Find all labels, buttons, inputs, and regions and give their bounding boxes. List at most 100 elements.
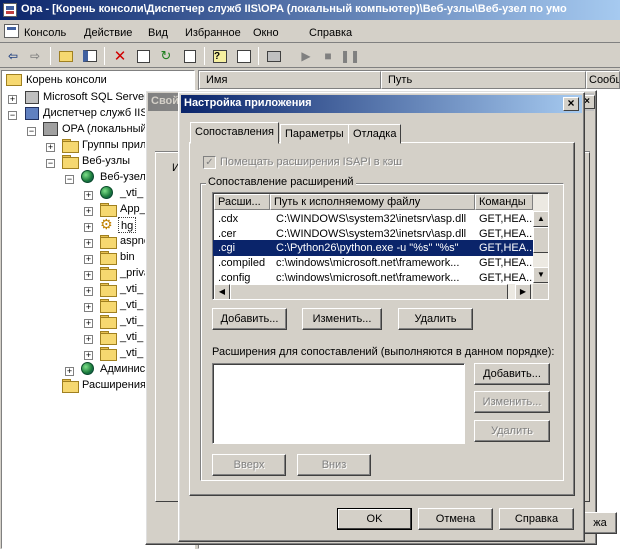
- expand-toggle[interactable]: +: [84, 223, 93, 232]
- tree-item-hg[interactable]: hg: [118, 217, 137, 233]
- mapping-delete-button[interactable]: Удалить: [398, 308, 473, 330]
- scroll-left-arrow-icon[interactable]: ◀: [214, 284, 230, 299]
- tree-item-console-root[interactable]: Корень консоли: [26, 72, 107, 88]
- pause-icon[interactable]: ❚❚: [340, 47, 360, 65]
- move-down-button[interactable]: Вниз: [297, 454, 371, 476]
- menu-help[interactable]: Справка: [309, 27, 352, 39]
- expand-toggle[interactable]: +: [84, 271, 93, 280]
- tree-item-default-site[interactable]: Веб-узел: [100, 169, 146, 185]
- tree-item-vti-3[interactable]: _vti_: [120, 297, 143, 313]
- mapping-col-ext[interactable]: Расши...: [214, 194, 270, 210]
- wildcard-list[interactable]: [212, 363, 465, 444]
- cancel-button[interactable]: Отмена: [418, 508, 493, 530]
- expand-toggle[interactable]: +: [8, 95, 17, 104]
- tree-item-opa-local[interactable]: OPA (локальный: [62, 121, 147, 137]
- expand-toggle[interactable]: +: [84, 255, 93, 264]
- tree-item-vti-5[interactable]: _vti_: [120, 329, 143, 345]
- mapping-row[interactable]: .compiled c:\windows\microsoft.net\frame…: [213, 255, 548, 271]
- mmc-help-icon[interactable]: [234, 47, 254, 65]
- tree-item-web-sites[interactable]: Веб-узлы: [82, 153, 130, 169]
- menu-action[interactable]: Действие: [84, 27, 132, 39]
- extension-mapping-group-label: Сопоставление расширений: [206, 176, 356, 188]
- tree-item-app-pools[interactable]: Группы прил: [82, 137, 146, 153]
- expand-toggle[interactable]: +: [84, 319, 93, 328]
- ok-button[interactable]: OK: [337, 508, 412, 530]
- expand-toggle[interactable]: −: [27, 127, 36, 136]
- expand-toggle[interactable]: −: [65, 175, 74, 184]
- properties-icon[interactable]: [133, 47, 153, 65]
- app-icon: [3, 3, 17, 17]
- move-up-button[interactable]: Вверх: [212, 454, 286, 476]
- expand-toggle[interactable]: +: [84, 303, 93, 312]
- scroll-up-arrow-icon[interactable]: ▲: [533, 211, 548, 227]
- site-properties-help-action-button[interactable]: жа: [583, 512, 617, 534]
- gear-icon: ⚙: [100, 216, 113, 232]
- tree-item-app-folder[interactable]: App_: [120, 201, 146, 217]
- main-title-bar[interactable]: Opa - [Корень консоли\Диспетчер служб II…: [0, 0, 620, 20]
- menu-window[interactable]: Окно: [253, 27, 279, 39]
- mapping-add-button[interactable]: Добавить...: [212, 308, 287, 330]
- help-icon[interactable]: ?: [210, 47, 230, 65]
- tree-item-sql-server[interactable]: Microsoft SQL Server: [43, 89, 148, 105]
- expand-toggle[interactable]: +: [84, 335, 93, 344]
- scroll-down-arrow-icon[interactable]: ▼: [533, 267, 548, 283]
- scroll-corner: [533, 284, 548, 299]
- mapping-hscroll-thumb[interactable]: [230, 284, 508, 299]
- column-header-path[interactable]: Путь: [381, 71, 586, 89]
- app-config-close-button[interactable]: ×: [563, 97, 579, 111]
- globe-icon: [100, 186, 113, 199]
- app-config-title-bar[interactable]: Настройка приложения: [181, 95, 582, 113]
- mapping-row[interactable]: .cdx C:\WINDOWS\system32\inetsrv\asp.dll…: [213, 211, 548, 227]
- expand-toggle[interactable]: +: [84, 287, 93, 296]
- expand-toggle[interactable]: +: [46, 143, 55, 152]
- menu-view[interactable]: Вид: [148, 27, 168, 39]
- mapping-row-selected[interactable]: .cgi C:\Python26\python.exe -u "%s" "%s"…: [213, 240, 535, 256]
- expand-toggle[interactable]: +: [65, 367, 74, 376]
- mapping-col-verbs[interactable]: Команды: [475, 194, 533, 210]
- tree-item-vti-2[interactable]: _vti_: [120, 281, 143, 297]
- tree-item-bin[interactable]: bin: [120, 249, 135, 265]
- folder-icon: [100, 235, 117, 249]
- tree-item-vti-6[interactable]: _vti_: [120, 345, 143, 361]
- column-header-status[interactable]: Сообщ: [586, 71, 620, 89]
- menu-console[interactable]: Консоль: [24, 27, 66, 39]
- tab-options[interactable]: Параметры: [280, 124, 349, 144]
- scroll-right-arrow-icon[interactable]: ▶: [515, 284, 531, 299]
- wildcard-edit-button[interactable]: Изменить...: [474, 391, 550, 413]
- tab-mappings[interactable]: Сопоставления: [190, 122, 279, 144]
- tab-debugging[interactable]: Отладка: [348, 124, 402, 144]
- tree-item-iis-manager[interactable]: Диспетчер служб IIS: [43, 105, 148, 121]
- expand-toggle[interactable]: +: [84, 191, 93, 200]
- up-folder-icon[interactable]: [56, 47, 76, 65]
- expand-toggle[interactable]: +: [84, 207, 93, 216]
- expand-toggle[interactable]: −: [46, 159, 55, 168]
- tree-item-admin-site[interactable]: Админис: [100, 361, 145, 377]
- mapping-edit-button[interactable]: Изменить...: [302, 308, 382, 330]
- expand-toggle[interactable]: +: [84, 351, 93, 360]
- tree-item-vti-4[interactable]: _vti_: [120, 313, 143, 329]
- forward-arrow-icon[interactable]: ⇨: [25, 47, 45, 65]
- refresh-icon[interactable]: ↻: [156, 47, 176, 65]
- mmc-console-icon: [4, 24, 19, 38]
- stop-icon[interactable]: ■: [318, 47, 338, 65]
- column-header-name[interactable]: Имя: [199, 71, 381, 89]
- tree-item-extensions[interactable]: Расширения: [82, 377, 146, 393]
- menu-favorites[interactable]: Избранное: [185, 27, 241, 39]
- mapping-vscroll-thumb[interactable]: [533, 227, 548, 253]
- cache-isapi-checkbox[interactable]: ✓: [203, 156, 216, 169]
- computer-icon[interactable]: [264, 47, 284, 65]
- delete-icon[interactable]: ✕: [110, 47, 130, 65]
- tree-item-vti-1[interactable]: _vti_: [120, 185, 143, 201]
- play-icon[interactable]: ▶: [296, 47, 316, 65]
- help-button[interactable]: Справка: [499, 508, 574, 530]
- console-root-icon: [6, 74, 22, 86]
- mapping-list[interactable]: Расши... Путь к исполняемому файлу Коман…: [212, 192, 549, 300]
- mapping-col-path[interactable]: Путь к исполняемому файлу: [270, 194, 475, 210]
- expand-toggle[interactable]: +: [84, 239, 93, 248]
- wildcard-add-button[interactable]: Добавить...: [474, 363, 550, 385]
- show-tree-icon[interactable]: [80, 47, 100, 65]
- wildcard-delete-button[interactable]: Удалить: [474, 420, 550, 442]
- expand-toggle[interactable]: −: [8, 111, 17, 120]
- export-list-icon[interactable]: [180, 47, 200, 65]
- back-arrow-icon[interactable]: ⇦: [3, 47, 23, 65]
